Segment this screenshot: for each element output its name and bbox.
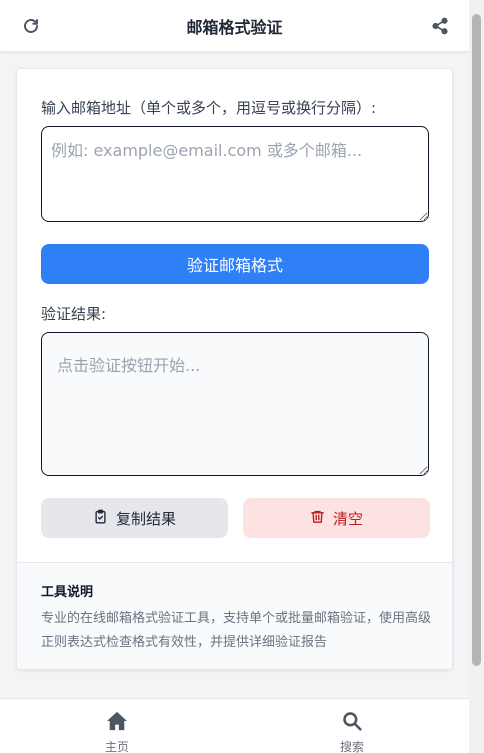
home-icon (106, 711, 128, 735)
nav-search[interactable]: 搜索 (322, 711, 382, 753)
refresh-icon[interactable] (19, 14, 43, 38)
clear-button[interactable]: 清空 (243, 498, 430, 538)
result-output[interactable] (41, 332, 429, 476)
search-icon (342, 711, 362, 735)
clipboard-icon (93, 509, 108, 528)
email-input[interactable] (41, 126, 429, 222)
nav-home[interactable]: 主页 (87, 711, 147, 753)
result-label: 验证结果: (41, 305, 107, 323)
bottom-nav: 主页 搜索 (0, 698, 469, 753)
nav-home-label: 主页 (104, 740, 129, 753)
email-validator-card: 输入邮箱地址（单个或多个，用逗号或换行分隔）: 验证邮箱格式 验证结果: 复制结… (16, 68, 453, 670)
share-icon[interactable] (428, 14, 452, 38)
scrollbar-thumb[interactable] (472, 14, 481, 666)
page-title: 邮箱格式验证 (186, 17, 283, 37)
trash-icon (310, 509, 325, 528)
nav-search-label: 搜索 (339, 740, 364, 753)
top-bar: 邮箱格式验证 (0, 0, 469, 52)
email-input-label: 输入邮箱地址（单个或多个，用逗号或换行分隔）: (41, 99, 377, 117)
tool-description-text: 专业的在线邮箱格式验证工具，支持单个或批量邮箱验证，使用高级正则表达式检查格式有… (41, 611, 432, 650)
copy-result-label: 复制结果 (115, 509, 176, 528)
verify-button[interactable]: 验证邮箱格式 (41, 244, 429, 284)
tool-description-title: 工具说明 (41, 585, 94, 600)
clear-label: 清空 (332, 509, 363, 528)
tool-description: 工具说明 专业的在线邮箱格式验证工具，支持单个或批量邮箱验证，使用高级正则表达式… (17, 562, 452, 669)
copy-result-button[interactable]: 复制结果 (41, 498, 228, 538)
